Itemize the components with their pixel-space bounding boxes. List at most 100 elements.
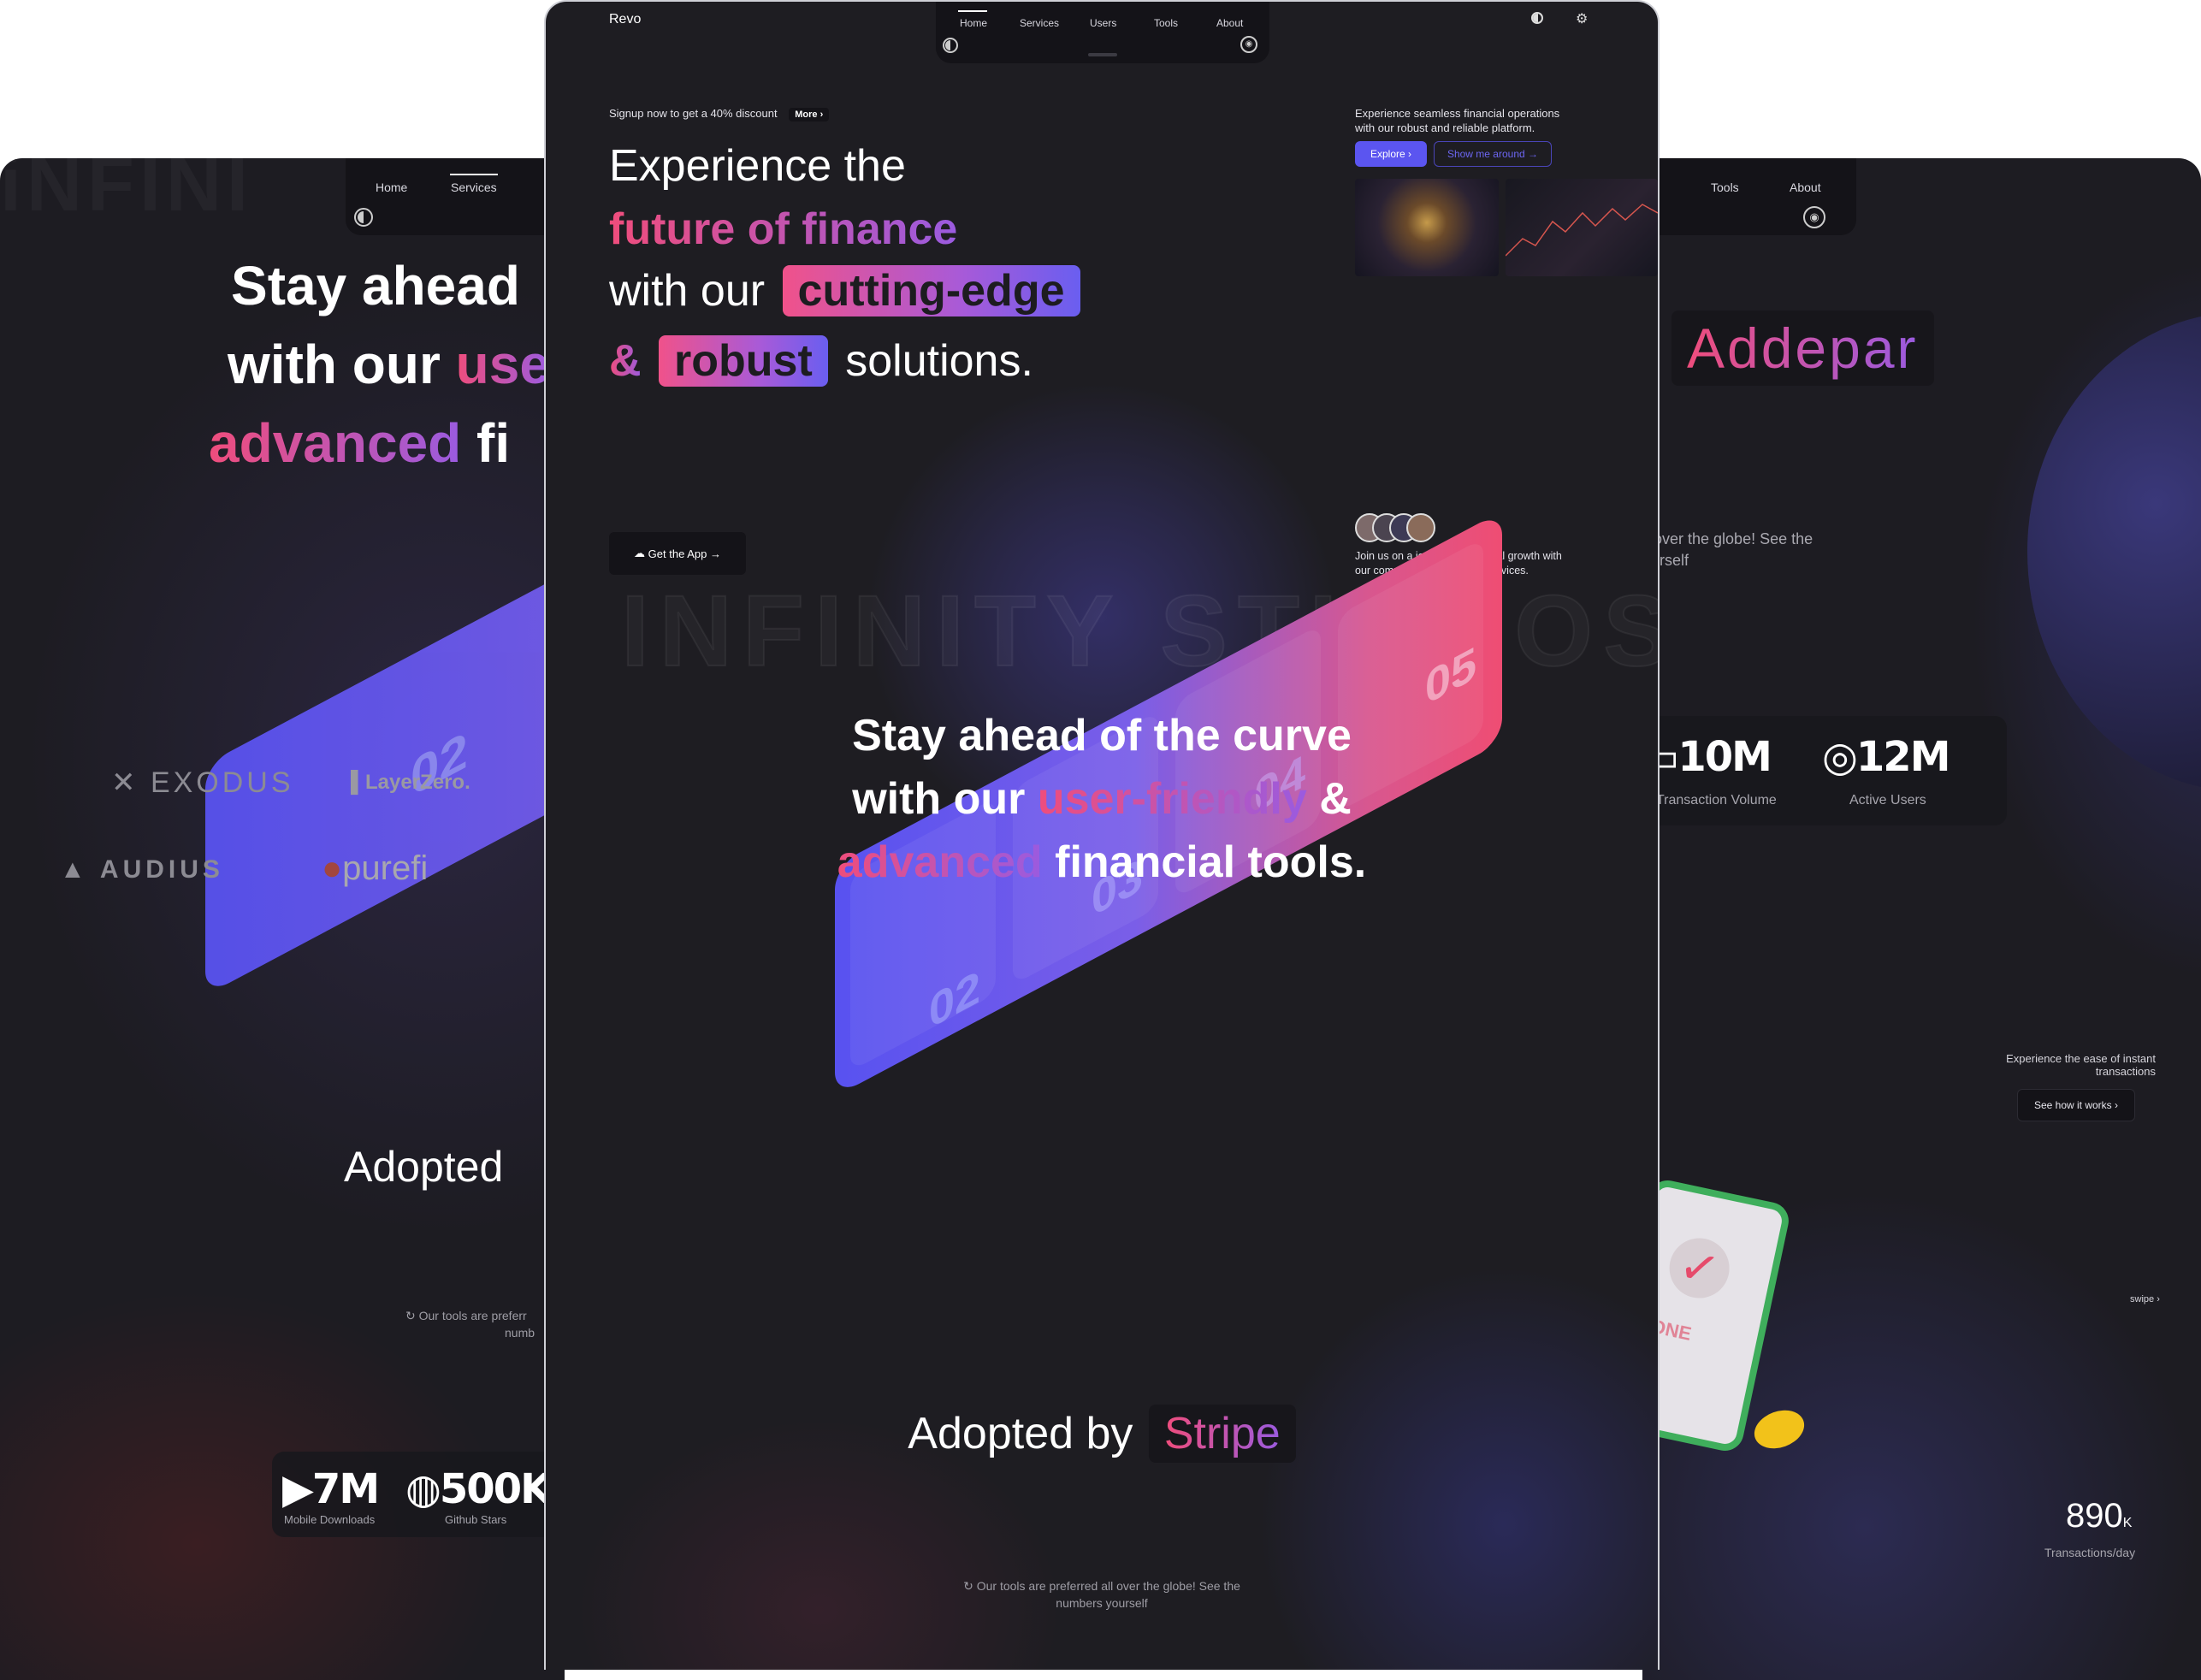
adopted-by-text: Adopted by xyxy=(908,1409,1133,1458)
hero-line3: with our cutting-edge xyxy=(609,265,1080,316)
nav-services[interactable]: Services xyxy=(451,180,497,194)
left-isometric-plate: 02 xyxy=(205,510,565,996)
nav-tools[interactable]: Tools xyxy=(1154,17,1178,29)
left-note-line2: numb xyxy=(505,1326,535,1340)
side-description-line2: with our robust and reliable platform. xyxy=(1355,121,1535,134)
left-preview-panel: iNFINI Home Services Stay ahead with our… xyxy=(0,158,565,1680)
nav-services[interactable]: Services xyxy=(1020,17,1059,29)
signup-banner: Signup now to get a 40% discount More › xyxy=(609,107,830,121)
center-note-line1: Our tools are preferred all over the glo… xyxy=(976,1579,1240,1593)
reload-icon: ↻ xyxy=(963,1579,977,1593)
cloud-download-icon: ☁ xyxy=(634,547,648,559)
right-company-chip: Addepar xyxy=(1671,311,1934,386)
center-note-line2: numbers yourself xyxy=(1056,1596,1148,1610)
nav-home[interactable]: Home xyxy=(960,17,987,29)
left-headline-line3: advanced fi xyxy=(209,411,510,475)
hero-line4: & robust solutions. xyxy=(609,335,1033,387)
swipe-hint[interactable]: swipe › xyxy=(2130,1294,2160,1304)
show-me-around-button[interactable]: Show me around → xyxy=(1434,141,1552,167)
settings-gear-icon[interactable]: ⚙ xyxy=(1576,10,1588,27)
nav-about[interactable]: About xyxy=(1216,17,1243,29)
instant-text: Experience the ease of instant transacti… xyxy=(1882,1052,2156,1078)
get-the-app-button[interactable]: ☁ Get the App → xyxy=(609,532,746,575)
bitcoin-image xyxy=(1355,179,1499,276)
headline2-line2-text: with our xyxy=(852,774,1038,824)
nav-users[interactable]: Users xyxy=(1090,17,1116,29)
github-icon: ◍ xyxy=(405,1465,441,1513)
stat-active-users-value: 12M xyxy=(1855,733,1951,781)
center-main-panel: Revo Home Services Users Tools About ◉ ⚙… xyxy=(544,0,1660,1670)
layerzero-logo: ▌LayerZero. xyxy=(351,771,470,794)
stat-github-stars: ◍500K xyxy=(405,1465,552,1513)
chevron-right-icon: › xyxy=(2111,1099,2119,1111)
left-stats-box: ▶7M Mobile Downloads ◍500K Github Stars xyxy=(272,1452,565,1537)
headline2-line3-text: financial tools. xyxy=(1042,837,1367,887)
stat-mobile-downloads: ▶7M xyxy=(282,1465,380,1513)
arrow-right-icon: → xyxy=(1524,148,1539,160)
theme-toggle-icon[interactable] xyxy=(943,38,958,53)
adopted-by-heading: Adopted by Stripe xyxy=(546,1405,1658,1463)
nav-tools[interactable]: Tools xyxy=(1711,180,1739,194)
left-headline-text: with our xyxy=(228,334,456,395)
purefi-logo-text: purefi xyxy=(342,849,429,887)
layerzero-logo-text: LayerZero. xyxy=(365,771,470,794)
right-note-line1: ll over the globe! See the xyxy=(1642,530,1813,547)
center-navbar: Home Services Users Tools About ◉ xyxy=(936,2,1269,63)
more-button[interactable]: More › xyxy=(789,108,830,121)
stat-active-users: ◎12M xyxy=(1822,733,1951,781)
left-adopted-heading: Adopted xyxy=(344,1143,504,1191)
cutting-edge-chip: cutting-edge xyxy=(782,265,1080,316)
left-headline-line2: with our use xyxy=(228,333,550,396)
hero-line2: future of finance xyxy=(609,204,957,255)
stat-mobile-downloads-value: 7M xyxy=(311,1465,380,1513)
purefi-logo: ●purefi xyxy=(322,849,429,887)
stat-transaction-volume-label: Transaction Volume xyxy=(1656,793,1777,807)
play-icon: ▶ xyxy=(282,1465,314,1513)
reload-icon: ↻ xyxy=(405,1309,419,1322)
headline2-user-friendly: user-friendly xyxy=(1037,774,1307,824)
headline2-ampersand: & xyxy=(1306,774,1352,824)
left-note-line1: ↻ Our tools are preferr xyxy=(405,1309,527,1323)
company-chip: Stripe xyxy=(1148,1405,1296,1463)
stat-mobile-downloads-label: Mobile Downloads xyxy=(284,1513,376,1526)
theme-toggle-icon[interactable] xyxy=(354,208,373,227)
left-headline-advanced: advanced xyxy=(209,412,462,474)
explore-button[interactable]: Explore › xyxy=(1355,141,1427,167)
nav-active-indicator xyxy=(958,10,987,12)
show-me-around-label: Show me around xyxy=(1447,148,1525,160)
avatar xyxy=(1406,513,1435,542)
nav-active-indicator xyxy=(450,174,498,175)
globe-icon: ◎ xyxy=(1822,733,1858,781)
stat-github-stars-label: Github Stars xyxy=(445,1513,507,1526)
coin-graphic xyxy=(1748,1404,1810,1455)
exodus-logo-text: EXODUS xyxy=(150,766,294,799)
instant-text-line2: transactions xyxy=(2095,1065,2156,1078)
contrast-icon[interactable] xyxy=(1531,12,1543,24)
audius-logo-text: AUDIUS xyxy=(99,855,224,884)
hero-line4-text: solutions. xyxy=(845,336,1033,386)
stat-github-stars-value: 500K xyxy=(439,1465,552,1513)
chevron-right-icon: › xyxy=(2157,1294,2160,1304)
right-stats-box: ▭10M Transaction Volume ◎12M Active User… xyxy=(1642,716,2007,825)
hero-ampersand: & xyxy=(609,336,642,386)
hide-eye-icon[interactable]: ◉ xyxy=(1803,206,1825,228)
left-navbar: Home Services xyxy=(346,158,565,235)
robust-chip: robust xyxy=(659,335,828,387)
brand-logo[interactable]: Revo xyxy=(609,12,641,27)
nav-about[interactable]: About xyxy=(1790,180,1821,194)
audius-logo: ▲ AUDIUS xyxy=(60,855,224,884)
chevron-right-icon: › xyxy=(819,109,824,120)
tx-value: 890K xyxy=(2066,1497,2132,1535)
see-how-it-works-button[interactable]: See how it works › xyxy=(2017,1089,2135,1121)
right-preview-panel: Tools About ◉ Addepar ll over the globe!… xyxy=(1642,158,2201,1680)
headline2-line2: with our user-friendly & xyxy=(546,773,1658,825)
tx-value-number: 890 xyxy=(2066,1497,2123,1535)
nav-home[interactable]: Home xyxy=(376,180,407,194)
trading-chart-line xyxy=(1506,204,1658,257)
center-note: ↻ Our tools are preferred all over the g… xyxy=(546,1577,1658,1612)
tx-label: Transactions/day xyxy=(2044,1546,2136,1559)
drag-handle[interactable] xyxy=(1088,53,1117,56)
company-name-addepar: Addepar xyxy=(1687,316,1919,380)
hide-eye-icon[interactable]: ◉ xyxy=(1240,36,1257,53)
infinity-studios-watermark: INFINITY STUDIOS xyxy=(620,574,1660,689)
